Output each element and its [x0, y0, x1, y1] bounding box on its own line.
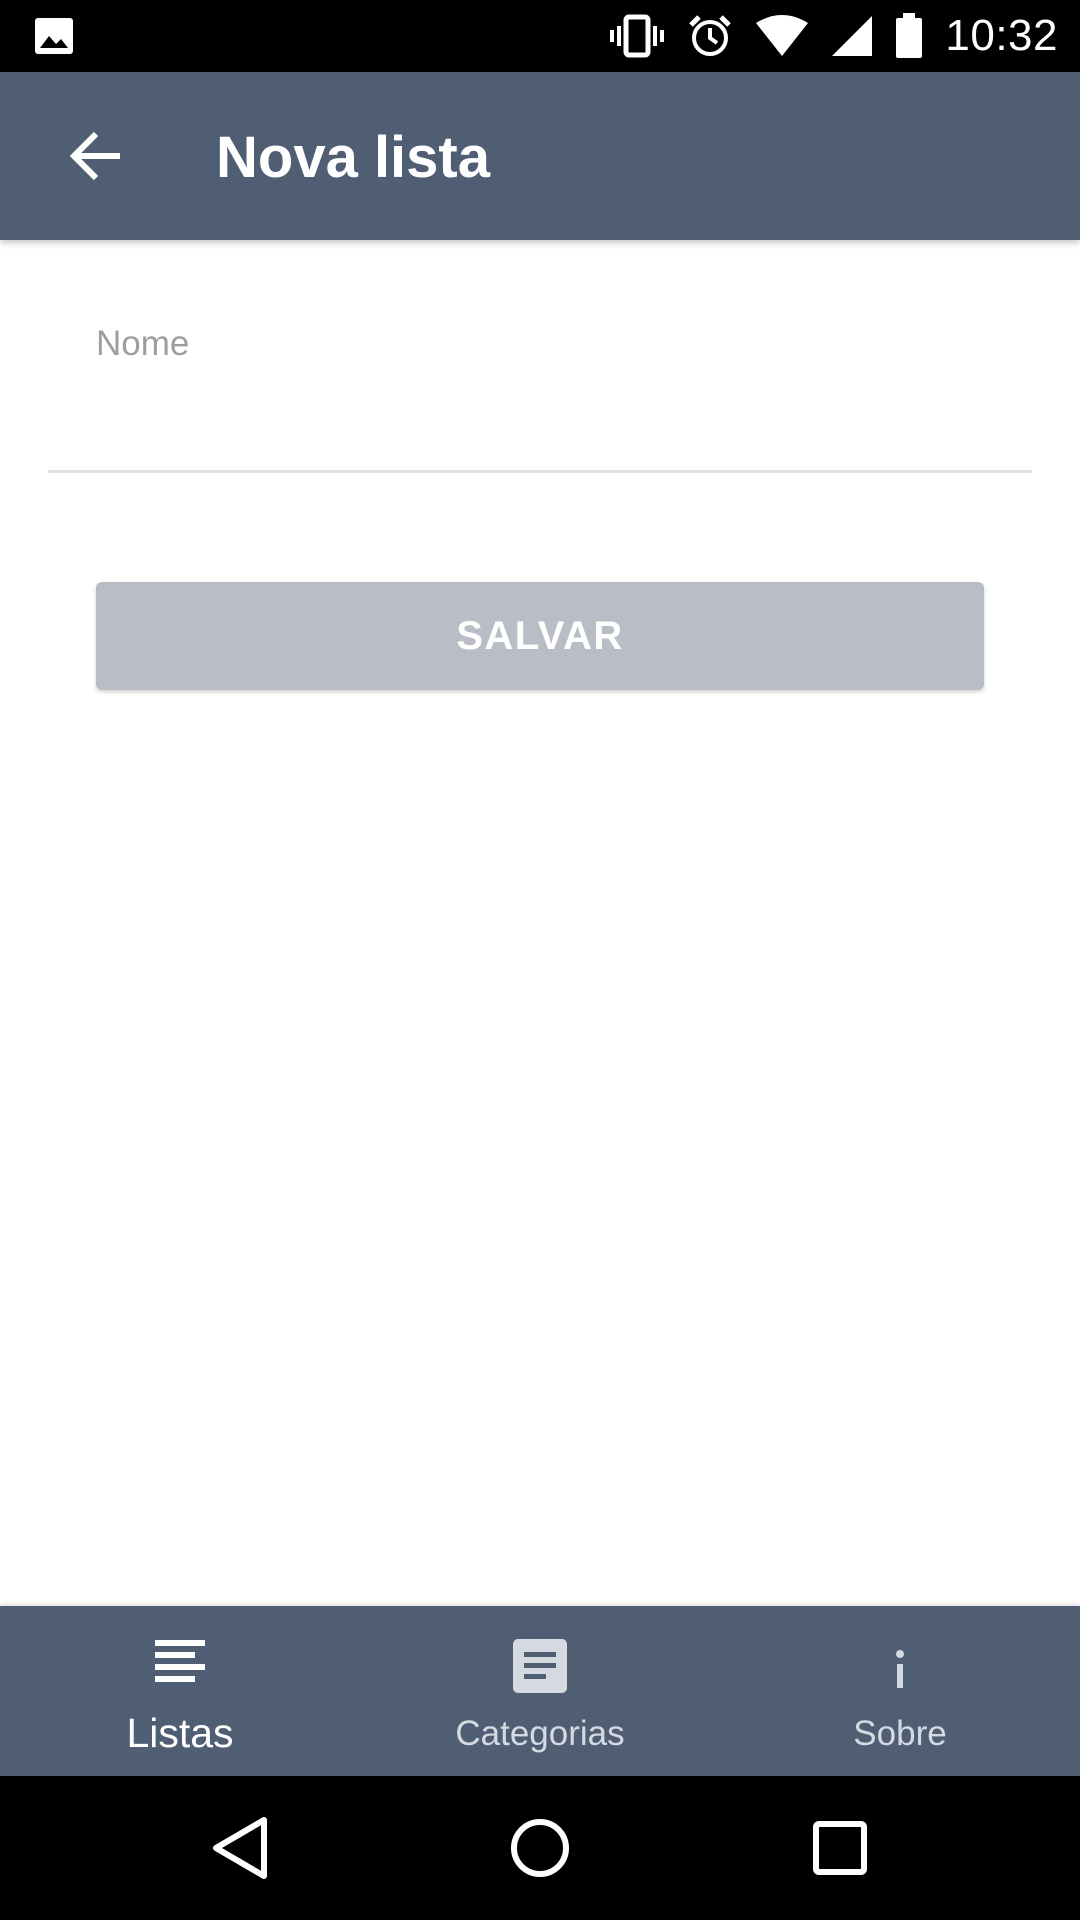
vibrate-icon — [610, 14, 665, 58]
status-time: 10:32 — [945, 11, 1058, 60]
name-field-underline — [48, 470, 1032, 473]
back-triangle-icon[interactable] — [204, 1812, 276, 1884]
battery-icon — [896, 13, 923, 58]
info-icon — [896, 1650, 904, 1688]
recents-square-icon[interactable] — [804, 1812, 876, 1884]
arrow-left-icon — [69, 131, 120, 181]
home-circle-icon[interactable] — [504, 1812, 576, 1884]
image-notification-icon — [35, 18, 73, 54]
document-icon — [513, 1639, 567, 1693]
bottom-navigation: Listas Categorias Sobre — [0, 1606, 1080, 1776]
wifi-icon — [756, 15, 809, 56]
save-button[interactable]: SALVAR — [96, 582, 984, 690]
cellular-signal-icon — [832, 16, 873, 56]
back-button[interactable] — [52, 112, 140, 200]
nav-label-listas: Listas — [126, 1710, 234, 1756]
nav-label-sobre: Sobre — [853, 1714, 947, 1753]
nav-item-categorias[interactable]: Categorias — [360, 1606, 720, 1776]
name-field[interactable]: Nome — [48, 300, 1032, 474]
alarm-icon — [689, 15, 732, 56]
app-bar: Nova lista — [0, 72, 1080, 240]
page-title: Nova lista — [216, 125, 490, 190]
nav-item-listas[interactable]: Listas — [0, 1606, 360, 1776]
status-bar: 10:32 — [0, 0, 1080, 72]
screen: 10:32 Nova lista Nome SALVAR Listas Cate… — [0, 0, 1080, 1920]
nav-label-categorias: Categorias — [455, 1714, 625, 1753]
system-navigation-bar — [0, 1776, 1080, 1920]
name-input[interactable] — [96, 360, 996, 420]
list-lines-icon — [155, 1640, 205, 1682]
nav-item-sobre[interactable]: Sobre — [720, 1606, 1080, 1776]
name-field-placeholder: Nome — [96, 324, 190, 363]
